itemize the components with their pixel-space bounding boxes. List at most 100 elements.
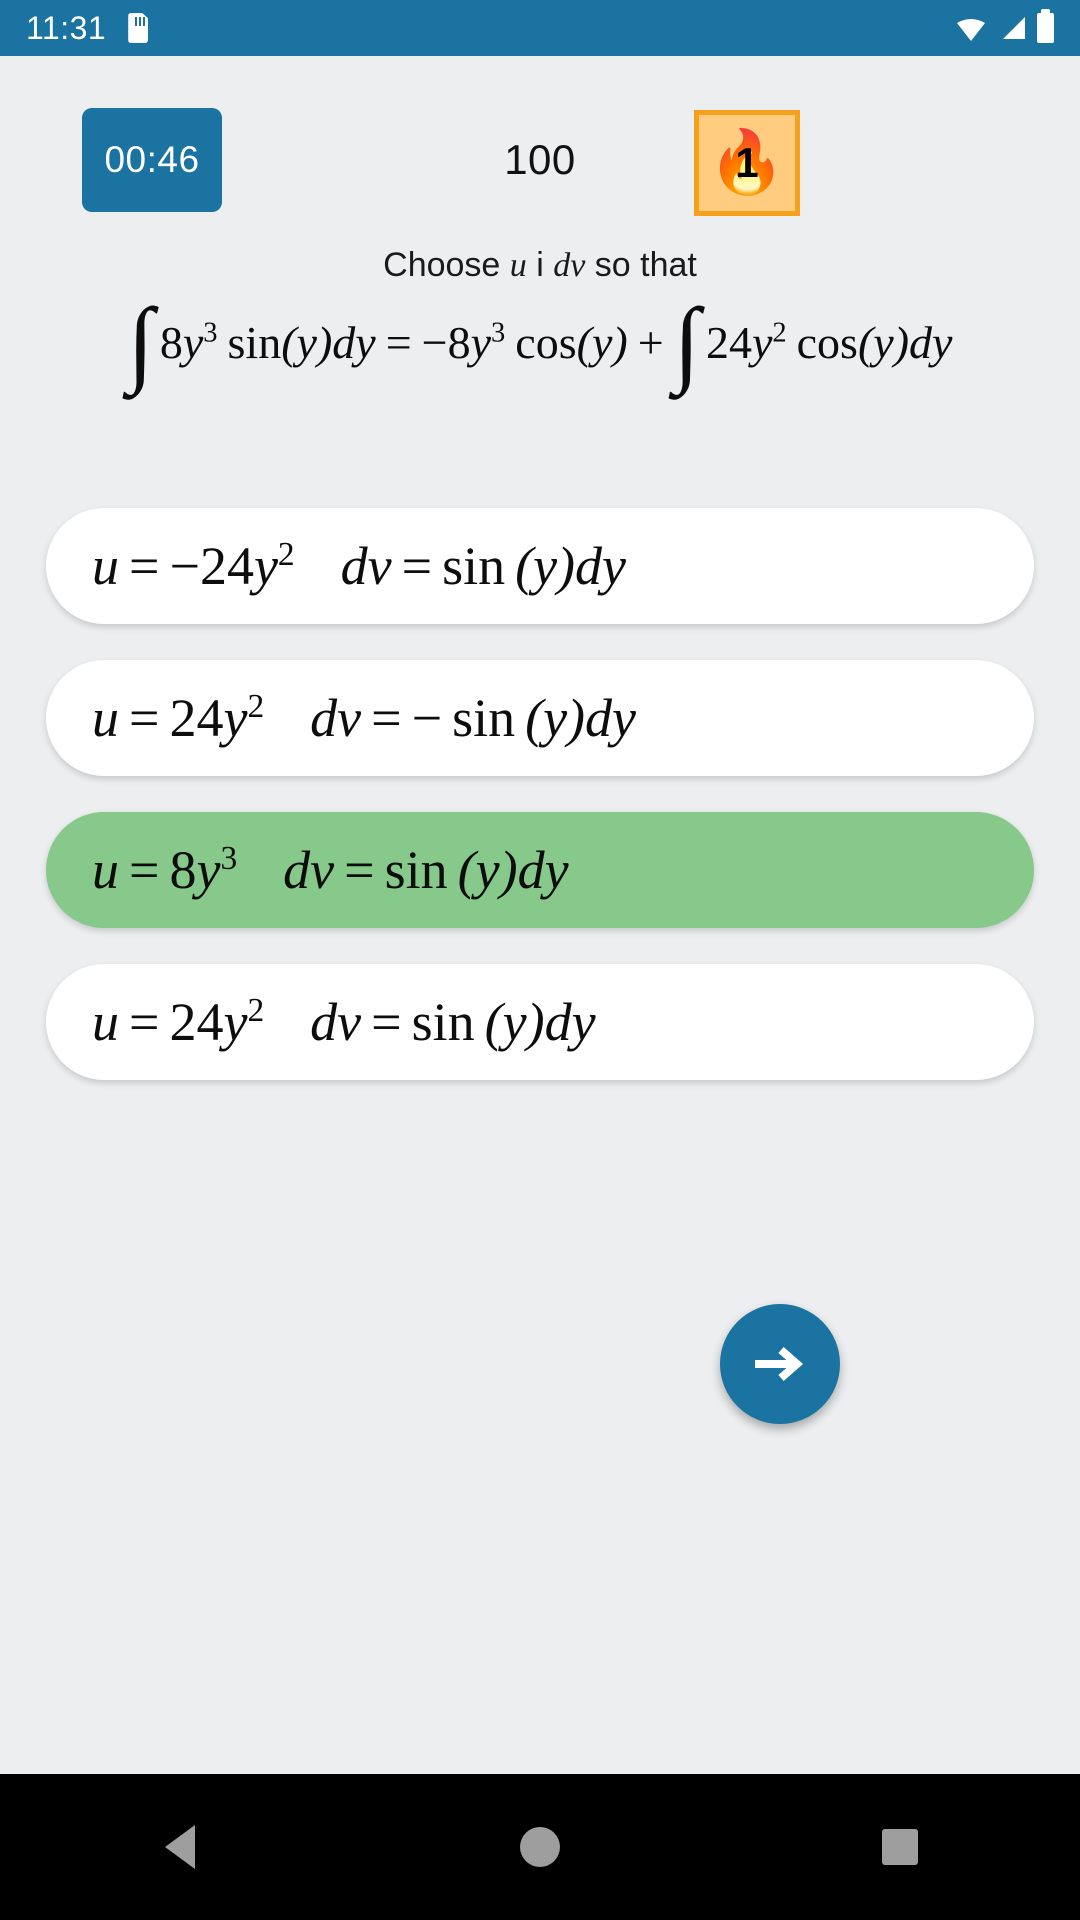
back-triangle-icon <box>165 1825 195 1869</box>
prompt-suffix: so that <box>585 246 697 284</box>
option-2-dv-trig: sin <box>452 688 516 748</box>
option-3-dv-equals: = <box>344 840 375 900</box>
wifi-icon <box>957 19 985 41</box>
streak-inner: 🔥 1 <box>708 125 785 201</box>
cellular-signal-icon <box>1003 17 1025 39</box>
lhs-argument: (y) <box>281 317 333 368</box>
rhs-term-exponent: 3 <box>491 317 506 349</box>
lhs-coefficient: 8 <box>159 317 183 368</box>
lhs-differential: dy <box>332 317 376 368</box>
option-2-u-variable: y <box>223 688 248 748</box>
option-4-dv-argument: (y) <box>484 992 545 1052</box>
nav-back-button[interactable] <box>120 1774 240 1920</box>
option-3-dv-trig: sin <box>384 840 448 900</box>
answer-option-1[interactable]: u = −24y2 dv = sin (y)dy <box>46 508 1034 624</box>
status-bar-notification-icons <box>128 13 149 43</box>
status-bar-clock: 11:31 <box>26 9 107 46</box>
answer-option-3-text: u = 8y3 dv = sin (y)dy <box>46 839 569 901</box>
option-1-u-variable: y <box>253 536 278 596</box>
rhs-term-variable: y <box>470 317 492 368</box>
answer-options-list: u = −24y2 dv = sin (y)dy u = 24y2 dv = − sin (y)dy u =… <box>0 508 1080 1116</box>
option-4-dv-trig: sin <box>411 992 475 1052</box>
app-screen: 11:31 100 00:46 🔥 1 Choose u i dv so tha… <box>0 0 1080 1920</box>
plus-sign: + <box>637 317 664 368</box>
prompt-conjunction: i <box>526 246 554 284</box>
status-bar-system-icons <box>955 9 1054 43</box>
option-1-dv-equals: = <box>401 536 433 596</box>
answer-option-4-text: u = 24y2 dv = sin (y)dy <box>46 991 596 1053</box>
sd-card-icon <box>128 13 149 43</box>
option-2-u-exponent: 2 <box>247 688 265 725</box>
answer-option-1-text: u = −24y2 dv = sin (y)dy <box>46 535 626 597</box>
option-3-u-label: u <box>92 840 119 900</box>
option-1-u-label: u <box>92 536 119 596</box>
option-3-u-coefficient: 8 <box>169 840 197 900</box>
prompt-prefix: Choose <box>383 246 510 284</box>
question-equation: ∫ 8y3 sin(y)dy = −8y3 cos(y) + ∫ 24y2 cos(y)dy <box>0 294 1080 390</box>
option-4-dv-label: dv <box>310 992 362 1052</box>
option-2-u-label: u <box>92 688 119 748</box>
rhs-integral-exponent: 2 <box>772 317 787 349</box>
rhs-integral-differential: dy <box>909 317 953 368</box>
option-1-dv-trig: sin <box>442 536 506 596</box>
integral-symbol-rhs: ∫ <box>673 288 700 395</box>
option-4-dv-equals: = <box>371 992 402 1052</box>
option-2-u-equals: = <box>129 688 160 748</box>
option-1-u-equals: = <box>129 536 160 596</box>
nav-recents-button[interactable] <box>840 1774 960 1920</box>
timer-value: 00:46 <box>104 139 200 180</box>
option-2-dv-argument: (y) <box>525 688 586 748</box>
rhs-term-coefficient: 8 <box>447 317 471 368</box>
option-1-u-coefficient: 24 <box>199 536 254 596</box>
prompt-variable-dv: dv <box>553 247 586 284</box>
answer-option-3[interactable]: u = 8y3 dv = sin (y)dy <box>46 812 1034 928</box>
lhs-variable: y <box>182 317 204 368</box>
home-circle-icon <box>520 1827 560 1867</box>
option-2-dv-equals: = <box>371 688 402 748</box>
arrow-right-icon <box>755 1346 804 1382</box>
option-4-dv-differential: dy <box>544 992 596 1052</box>
battery-icon <box>1037 9 1054 43</box>
rhs-trig-function: cos <box>515 317 577 368</box>
nav-home-button[interactable] <box>480 1774 600 1920</box>
option-4-u-variable: y <box>223 992 248 1052</box>
status-bar: 11:31 <box>0 0 1080 56</box>
rhs-integral-variable: y <box>751 317 773 368</box>
next-question-button[interactable] <box>720 1304 840 1424</box>
rhs-integral-coefficient: 24 <box>705 317 752 368</box>
option-1-u-exponent: 2 <box>277 536 295 573</box>
option-4-u-coefficient: 24 <box>169 992 224 1052</box>
option-1-u-sign: − <box>169 536 200 596</box>
answer-option-2[interactable]: u = 24y2 dv = − sin (y)dy <box>46 660 1034 776</box>
game-header: 100 00:46 🔥 1 <box>0 108 1080 216</box>
android-navigation-bar <box>0 1774 1080 1920</box>
integral-symbol-lhs: ∫ <box>127 288 154 395</box>
streak-count: 1 <box>735 139 759 186</box>
option-4-u-equals: = <box>129 992 160 1052</box>
equals-sign: = <box>385 317 412 368</box>
lhs-exponent: 3 <box>203 317 218 349</box>
rhs-integral-argument: (y) <box>857 317 910 368</box>
streak-badge: 🔥 1 <box>694 110 800 216</box>
option-3-u-equals: = <box>129 840 160 900</box>
option-2-dv-differential: dy <box>585 688 637 748</box>
option-1-dv-argument: (y) <box>515 536 576 596</box>
question-prompt: Choose u i dv so that <box>0 246 1080 285</box>
timer-chip: 00:46 <box>82 108 222 212</box>
option-3-u-exponent: 3 <box>220 840 238 877</box>
option-3-u-variable: y <box>196 840 221 900</box>
rhs-term-sign: − <box>421 317 448 368</box>
option-2-dv-sign: − <box>411 688 443 748</box>
lhs-trig-function: sin <box>227 317 282 368</box>
rhs-argument: (y) <box>576 317 628 368</box>
option-2-u-coefficient: 24 <box>169 688 224 748</box>
option-3-dv-argument: (y) <box>457 840 518 900</box>
answer-option-2-text: u = 24y2 dv = − sin (y)dy <box>46 687 636 749</box>
rhs-integral-trig: cos <box>796 317 858 368</box>
answer-option-4[interactable]: u = 24y2 dv = sin (y)dy <box>46 964 1034 1080</box>
option-4-u-label: u <box>92 992 119 1052</box>
option-1-dv-differential: dy <box>575 536 627 596</box>
prompt-variable-u: u <box>509 247 527 284</box>
recents-square-icon <box>882 1829 918 1865</box>
option-4-u-exponent: 2 <box>247 992 265 1029</box>
